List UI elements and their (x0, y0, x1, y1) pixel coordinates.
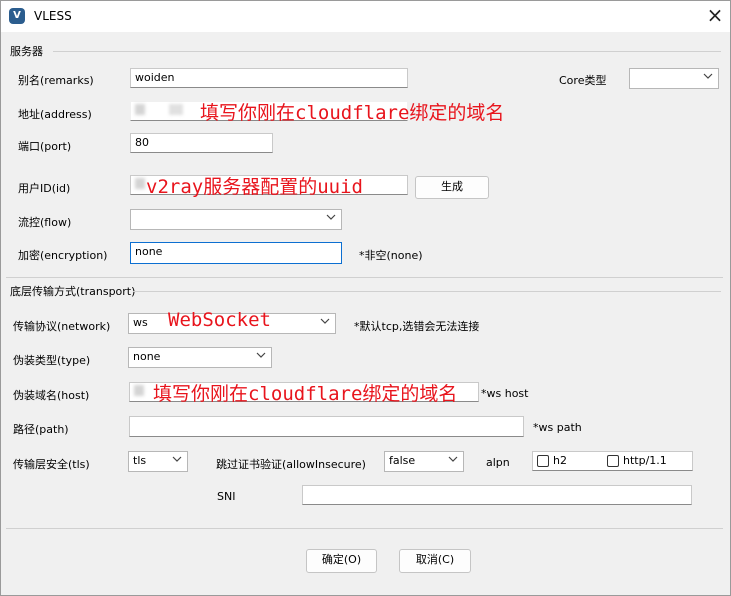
dialog-window: V VLESS × 服务器 别名(remarks) woiden Core类型 … (0, 0, 731, 596)
tls-value: tls (133, 454, 147, 467)
close-icon[interactable]: × (701, 3, 729, 29)
chevron-down-icon (448, 454, 458, 464)
network-annotation: WebSocket (168, 309, 271, 331)
header-type-label: 伪装类型(type) (13, 354, 91, 367)
cancel-button[interactable]: 取消(C) (399, 549, 471, 573)
address-annotation: 填写你刚在cloudflare绑定的域名 (200, 102, 505, 124)
port-input[interactable]: 80 (130, 133, 273, 153)
chevron-down-icon (326, 212, 336, 222)
uuid-annotation: v2ray服务器配置的uuid (146, 176, 363, 198)
generate-button[interactable]: 生成 (415, 176, 489, 199)
chevron-down-icon (172, 454, 182, 464)
title-bar: V VLESS × (1, 1, 730, 32)
allow-insecure-value: false (389, 454, 416, 467)
server-section-divider (53, 51, 721, 52)
sni-input[interactable] (302, 485, 692, 505)
encryption-label: 加密(encryption) (18, 249, 108, 262)
alpn-h2-checkbox[interactable] (537, 455, 549, 467)
transport-top-divider (6, 277, 723, 278)
chevron-down-icon (703, 71, 713, 81)
core-type-select[interactable] (629, 68, 719, 89)
uuid-label: 用户ID(id) (18, 182, 71, 195)
flow-label: 流控(flow) (18, 216, 72, 229)
address-label: 地址(address) (18, 108, 92, 121)
core-type-label: Core类型 (559, 74, 607, 87)
redacted-block (135, 178, 145, 189)
transport-section-title: 底层传输方式(transport) (10, 285, 136, 298)
network-hint: *默认tcp,选错会无法连接 (354, 320, 480, 333)
alpn-label: alpn (486, 456, 510, 469)
bottom-divider (6, 528, 723, 529)
alpn-http11-label: http/1.1 (623, 454, 667, 467)
redacted-block (134, 385, 144, 396)
alpn-h2-label: h2 (553, 454, 567, 467)
redacted-block (169, 104, 183, 115)
app-icon: V (9, 8, 25, 24)
encryption-hint: *非空(none) (359, 249, 423, 262)
tls-label: 传输层安全(tls) (13, 458, 90, 471)
network-label: 传输协议(network) (13, 320, 111, 333)
path-label: 路径(path) (13, 423, 69, 436)
redacted-block (135, 104, 145, 115)
flow-select[interactable] (130, 209, 342, 230)
tls-select[interactable]: tls (128, 451, 188, 472)
chevron-down-icon (256, 350, 266, 360)
remarks-input[interactable]: woiden (130, 68, 408, 88)
ok-button[interactable]: 确定(O) (306, 549, 377, 573)
remarks-label: 别名(remarks) (18, 74, 94, 87)
network-value: ws (133, 316, 148, 329)
host-label: 伪装域名(host) (13, 389, 90, 402)
allow-insecure-select[interactable]: false (384, 451, 464, 472)
path-hint: *ws path (533, 421, 582, 434)
header-type-select[interactable]: none (128, 347, 272, 368)
host-hint: *ws host (481, 387, 529, 400)
window-title: VLESS (34, 9, 72, 23)
transport-section-divider (133, 291, 721, 292)
header-type-value: none (133, 350, 161, 363)
alpn-http11-checkbox[interactable] (607, 455, 619, 467)
server-section-title: 服务器 (10, 45, 43, 58)
allow-insecure-label: 跳过证书验证(allowInsecure) (216, 458, 366, 471)
sni-label: SNI (217, 490, 236, 503)
chevron-down-icon (320, 316, 330, 326)
host-annotation: 填写你刚在cloudflare绑定的域名 (153, 383, 458, 405)
port-label: 端口(port) (18, 140, 72, 153)
encryption-input[interactable]: none (130, 242, 342, 264)
path-input[interactable] (129, 416, 524, 437)
